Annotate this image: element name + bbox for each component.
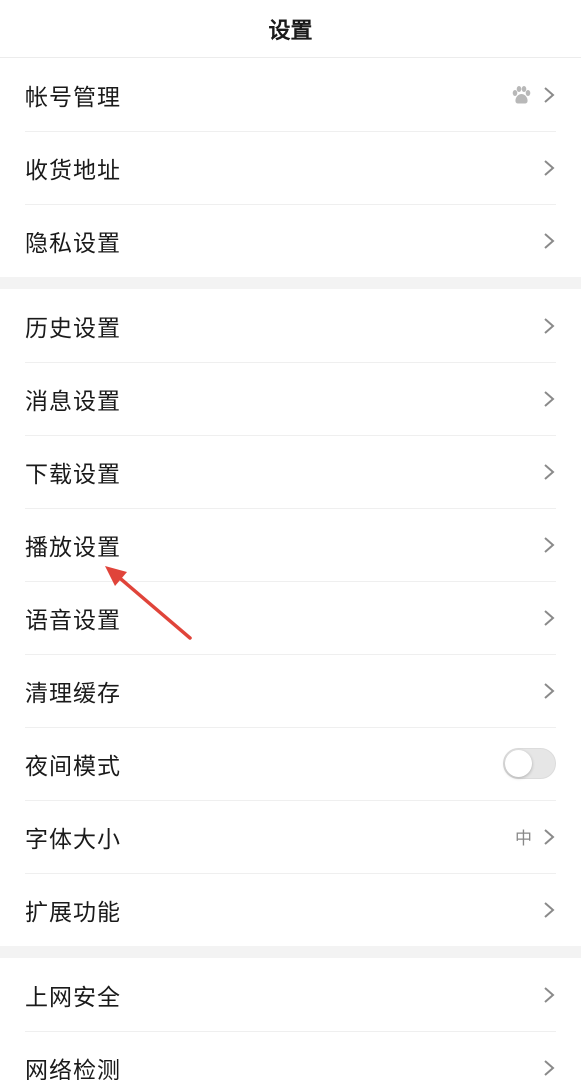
chevron-right-icon bbox=[542, 900, 556, 920]
settings-item-extensions[interactable]: 扩展功能 bbox=[0, 873, 581, 946]
chevron-right-icon bbox=[542, 85, 556, 105]
settings-item-history[interactable]: 历史设置 bbox=[0, 289, 581, 362]
chevron-right-icon bbox=[542, 462, 556, 482]
settings-item-download[interactable]: 下载设置 bbox=[0, 435, 581, 508]
settings-item-voice[interactable]: 语音设置 bbox=[0, 581, 581, 654]
settings-item-label: 历史设置 bbox=[25, 315, 121, 342]
settings-item-label: 清理缓存 bbox=[25, 680, 121, 707]
chevron-right-icon bbox=[542, 681, 556, 701]
settings-item-clear-cache[interactable]: 清理缓存 bbox=[0, 654, 581, 727]
baidu-paw-icon bbox=[510, 84, 532, 106]
settings-item-label: 语音设置 bbox=[25, 607, 121, 634]
settings-item-label: 上网安全 bbox=[25, 984, 121, 1011]
settings-item-label: 下载设置 bbox=[25, 461, 121, 488]
font-size-value: 中 bbox=[515, 829, 532, 849]
settings-group-general: 历史设置 消息设置 下载设置 播放设置 语音设置 清理缓存 夜间模式 字体大小 … bbox=[0, 289, 581, 946]
toggle-knob bbox=[505, 750, 532, 777]
settings-item-messages[interactable]: 消息设置 bbox=[0, 362, 581, 435]
settings-group-network: 上网安全 网络检测 bbox=[0, 958, 581, 1080]
settings-item-network-check[interactable]: 网络检测 bbox=[0, 1031, 581, 1080]
row-accessory bbox=[542, 608, 556, 628]
settings-item-label: 隐私设置 bbox=[25, 230, 121, 257]
settings-item-label: 帐号管理 bbox=[25, 84, 121, 111]
settings-item-night-mode: 夜间模式 bbox=[0, 727, 581, 800]
chevron-right-icon bbox=[542, 985, 556, 1005]
settings-item-label: 消息设置 bbox=[25, 388, 121, 415]
row-accessory bbox=[510, 84, 556, 106]
row-accessory bbox=[542, 389, 556, 409]
row-accessory bbox=[542, 985, 556, 1005]
chevron-right-icon bbox=[542, 158, 556, 178]
chevron-right-icon bbox=[542, 608, 556, 628]
chevron-right-icon bbox=[542, 231, 556, 251]
row-accessory bbox=[542, 1058, 556, 1078]
settings-item-font-size[interactable]: 字体大小 中 bbox=[0, 800, 581, 873]
row-accessory bbox=[542, 316, 556, 336]
settings-item-web-security[interactable]: 上网安全 bbox=[0, 958, 581, 1031]
chevron-right-icon bbox=[542, 535, 556, 555]
row-accessory bbox=[503, 748, 556, 779]
row-accessory bbox=[542, 462, 556, 482]
settings-item-label: 网络检测 bbox=[25, 1057, 121, 1080]
row-accessory bbox=[542, 231, 556, 251]
settings-item-label: 收货地址 bbox=[25, 157, 121, 184]
settings-item-shipping-address[interactable]: 收货地址 bbox=[0, 131, 581, 204]
settings-item-label: 播放设置 bbox=[25, 534, 121, 561]
night-mode-toggle[interactable] bbox=[503, 748, 556, 779]
row-accessory bbox=[542, 158, 556, 178]
row-accessory bbox=[542, 535, 556, 555]
settings-item-privacy[interactable]: 隐私设置 bbox=[0, 204, 581, 277]
settings-item-label: 字体大小 bbox=[25, 826, 121, 853]
row-accessory bbox=[542, 681, 556, 701]
row-accessory bbox=[542, 900, 556, 920]
chevron-right-icon bbox=[542, 389, 556, 409]
settings-group-account: 帐号管理 收货地址 隐私设置 bbox=[0, 58, 581, 277]
settings-page: 设置 帐号管理 收货地址 隐私设置 历史设置 消息设置 下载设置 播放设置 语音… bbox=[0, 0, 581, 1080]
page-title: 设置 bbox=[268, 18, 313, 44]
chevron-right-icon bbox=[542, 827, 556, 847]
settings-item-account[interactable]: 帐号管理 bbox=[0, 58, 581, 131]
settings-item-label: 扩展功能 bbox=[25, 899, 121, 926]
section-separator bbox=[0, 946, 581, 958]
settings-item-label: 夜间模式 bbox=[25, 753, 121, 780]
chevron-right-icon bbox=[542, 1058, 556, 1078]
settings-item-playback[interactable]: 播放设置 bbox=[0, 508, 581, 581]
section-separator bbox=[0, 277, 581, 289]
row-accessory: 中 bbox=[515, 824, 556, 849]
nav-bar: 设置 bbox=[0, 0, 581, 58]
chevron-right-icon bbox=[542, 316, 556, 336]
